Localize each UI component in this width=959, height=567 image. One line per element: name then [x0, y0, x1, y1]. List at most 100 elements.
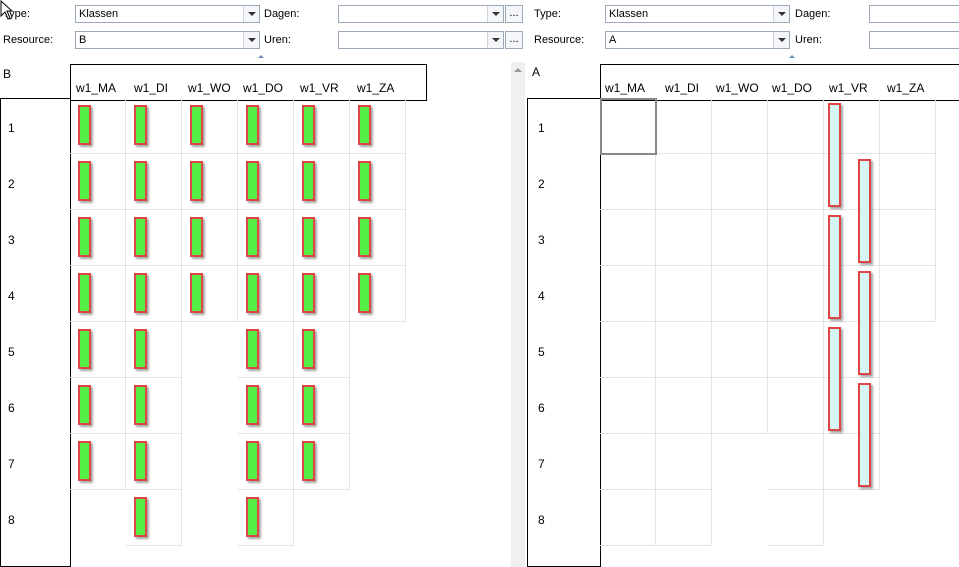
- lesson-block[interactable]: [190, 217, 203, 257]
- column-header[interactable]: w1_VR: [829, 81, 868, 95]
- lesson-block[interactable]: [190, 161, 203, 201]
- chevron-down-icon[interactable]: [487, 32, 503, 48]
- schedule-cell[interactable]: [712, 378, 768, 434]
- column-header[interactable]: w1_ZA: [887, 81, 924, 95]
- selected-cell[interactable]: [600, 98, 657, 155]
- collapse-arrow-icon[interactable]: [258, 55, 264, 58]
- lesson-block[interactable]: [78, 441, 91, 481]
- lesson-block[interactable]: [246, 217, 259, 257]
- lesson-block[interactable]: [858, 271, 871, 375]
- row-header[interactable]: 4: [538, 289, 545, 303]
- column-header[interactable]: w1_WO: [188, 81, 231, 95]
- row-header[interactable]: 6: [538, 401, 545, 415]
- panel-splitter[interactable]: [511, 62, 525, 567]
- lesson-block[interactable]: [828, 215, 841, 319]
- lesson-block[interactable]: [246, 497, 259, 537]
- schedule-cell[interactable]: [712, 210, 768, 266]
- lesson-block[interactable]: [134, 161, 147, 201]
- lesson-block[interactable]: [246, 105, 259, 145]
- lesson-block[interactable]: [190, 273, 203, 313]
- column-header[interactable]: w1_WO: [716, 81, 759, 95]
- schedule-cell[interactable]: [880, 98, 936, 154]
- lesson-block[interactable]: [134, 497, 147, 537]
- row-header[interactable]: 3: [8, 233, 15, 247]
- lesson-block[interactable]: [78, 217, 91, 257]
- schedule-cell[interactable]: [600, 322, 656, 378]
- lesson-block[interactable]: [134, 217, 147, 257]
- schedule-cell[interactable]: [656, 434, 712, 490]
- row-header[interactable]: 5: [8, 345, 15, 359]
- chevron-down-icon[interactable]: [243, 6, 259, 22]
- lesson-block[interactable]: [302, 385, 315, 425]
- schedule-cell[interactable]: [768, 98, 824, 154]
- row-header[interactable]: 3: [538, 233, 545, 247]
- row-header[interactable]: 1: [538, 121, 545, 135]
- lesson-block[interactable]: [134, 329, 147, 369]
- lesson-block[interactable]: [246, 161, 259, 201]
- schedule-cell[interactable]: [768, 378, 824, 434]
- schedule-cell[interactable]: [768, 434, 824, 490]
- schedule-cell[interactable]: [880, 210, 936, 266]
- scroll-up-arrow-icon[interactable]: [514, 68, 522, 72]
- lesson-block[interactable]: [358, 161, 371, 201]
- schedule-cell[interactable]: [824, 434, 880, 490]
- lesson-block[interactable]: [134, 105, 147, 145]
- column-header[interactable]: w1_MA: [76, 81, 116, 95]
- column-header[interactable]: w1_DO: [243, 81, 283, 95]
- lesson-block[interactable]: [302, 273, 315, 313]
- schedule-cell[interactable]: [600, 266, 656, 322]
- schedule-cell[interactable]: [600, 154, 656, 210]
- dagen-ellipsis-button[interactable]: ...: [505, 5, 523, 23]
- schedule-cell[interactable]: [880, 154, 936, 210]
- schedule-cell[interactable]: [600, 490, 656, 546]
- lesson-block[interactable]: [302, 441, 315, 481]
- schedule-cell[interactable]: [712, 266, 768, 322]
- column-header[interactable]: w1_VR: [300, 81, 339, 95]
- lesson-block[interactable]: [302, 105, 315, 145]
- schedule-cell[interactable]: [656, 322, 712, 378]
- schedule-cell[interactable]: [600, 210, 656, 266]
- schedule-cell[interactable]: [656, 154, 712, 210]
- schedule-cell[interactable]: [768, 154, 824, 210]
- lesson-block[interactable]: [358, 105, 371, 145]
- chevron-down-icon[interactable]: [487, 6, 503, 22]
- schedule-cell[interactable]: [768, 322, 824, 378]
- schedule-cell[interactable]: [656, 378, 712, 434]
- lesson-block[interactable]: [358, 217, 371, 257]
- collapse-arrow-icon[interactable]: [789, 55, 795, 58]
- row-header[interactable]: 2: [8, 177, 15, 191]
- chevron-down-icon[interactable]: [773, 32, 789, 48]
- row-header[interactable]: 8: [538, 513, 545, 527]
- schedule-cell[interactable]: [600, 378, 656, 434]
- lesson-block[interactable]: [246, 385, 259, 425]
- lesson-block[interactable]: [302, 329, 315, 369]
- row-header[interactable]: 2: [538, 177, 545, 191]
- row-header[interactable]: 6: [8, 401, 15, 415]
- column-header[interactable]: w1_DI: [134, 81, 168, 95]
- lesson-block[interactable]: [358, 273, 371, 313]
- lesson-block[interactable]: [828, 103, 841, 207]
- schedule-cell[interactable]: [768, 266, 824, 322]
- uren-select[interactable]: [869, 31, 959, 49]
- schedule-cell[interactable]: [880, 266, 936, 322]
- lesson-block[interactable]: [78, 105, 91, 145]
- column-header[interactable]: w1_DI: [665, 81, 699, 95]
- dagen-select[interactable]: [338, 5, 504, 23]
- schedule-cell[interactable]: [600, 434, 656, 490]
- lesson-block[interactable]: [246, 273, 259, 313]
- resource-select[interactable]: A: [605, 31, 790, 49]
- row-header[interactable]: 5: [538, 345, 545, 359]
- row-header[interactable]: 4: [8, 289, 15, 303]
- lesson-block[interactable]: [78, 161, 91, 201]
- uren-select[interactable]: [338, 31, 504, 49]
- lesson-block[interactable]: [134, 273, 147, 313]
- schedule-cell[interactable]: [656, 98, 712, 154]
- schedule-cell[interactable]: [712, 98, 768, 154]
- type-select[interactable]: Klassen: [75, 5, 260, 23]
- schedule-cell[interactable]: [656, 210, 712, 266]
- chevron-down-icon[interactable]: [243, 32, 259, 48]
- lesson-block[interactable]: [78, 273, 91, 313]
- lesson-block[interactable]: [302, 217, 315, 257]
- schedule-cell[interactable]: [712, 154, 768, 210]
- lesson-block[interactable]: [78, 385, 91, 425]
